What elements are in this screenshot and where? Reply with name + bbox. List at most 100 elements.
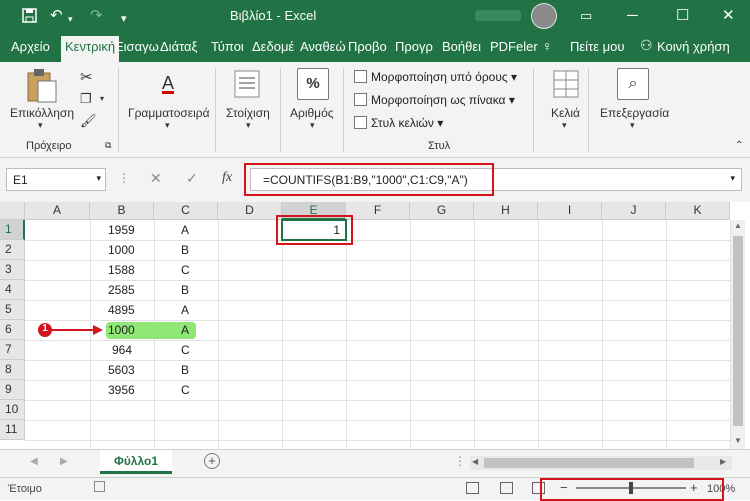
column-header-j[interactable]: J: [602, 202, 666, 220]
format-as-table-button[interactable]: Μορφοποίηση ως πίνακα ▾: [354, 93, 515, 107]
paste-button[interactable]: Επικόλληση: [10, 106, 74, 120]
cell-b7[interactable]: 964: [112, 340, 132, 360]
scroll-left-icon[interactable]: ◀: [472, 457, 478, 466]
cell-c6[interactable]: A: [181, 320, 189, 340]
add-sheet-icon[interactable]: +: [204, 453, 220, 469]
number-dropdown-icon[interactable]: ▾: [310, 120, 315, 131]
select-all-button[interactable]: [0, 202, 25, 220]
column-header-k[interactable]: K: [666, 202, 730, 220]
redo-icon[interactable]: ↷: [90, 6, 103, 26]
tab-help[interactable]: Βοήθει: [442, 39, 481, 54]
minimize-button[interactable]: ─: [627, 6, 638, 26]
row-header-8[interactable]: 8: [0, 360, 25, 380]
collapse-ribbon-icon[interactable]: ⌃: [735, 140, 743, 151]
scroll-right-icon[interactable]: ▶: [720, 457, 726, 466]
horizontal-scrollbar-thumb[interactable]: [484, 458, 694, 468]
paste-dropdown-icon[interactable]: ▾: [38, 120, 43, 131]
cell-c9[interactable]: C: [181, 380, 190, 400]
format-painter-icon[interactable]: 🖌: [80, 113, 97, 129]
row-header-11[interactable]: 11: [0, 420, 25, 440]
cell-b9[interactable]: 3956: [108, 380, 135, 400]
tab-layout[interactable]: Διάταξ: [160, 39, 197, 54]
share-button[interactable]: Κοινή χρήση: [657, 39, 730, 54]
copy-icon[interactable]: ❐: [80, 91, 92, 107]
cancel-icon[interactable]: ✕: [150, 170, 162, 187]
macro-record-icon[interactable]: [94, 481, 105, 492]
cell-styles-button[interactable]: Στυλ κελιών ▾: [354, 116, 443, 130]
row-header-5[interactable]: 5: [0, 300, 25, 320]
cells-group-button[interactable]: Κελιά: [551, 106, 580, 120]
cell-c1[interactable]: A: [181, 220, 189, 240]
cell-c8[interactable]: B: [181, 360, 189, 380]
row-header-9[interactable]: 9: [0, 380, 25, 400]
cell-b1[interactable]: 1959: [108, 220, 135, 240]
cell-c2[interactable]: B: [181, 240, 189, 260]
prev-sheet-icon[interactable]: ◀: [30, 456, 38, 467]
tab-file[interactable]: Αρχείο: [11, 39, 50, 54]
tab-pdfelement[interactable]: PDFeler: [490, 39, 538, 54]
vertical-scrollbar[interactable]: ▲ ▼: [731, 220, 745, 449]
paste-icon[interactable]: [26, 68, 58, 104]
conditional-formatting-button[interactable]: Μορφοποίηση υπό όρους ▾: [354, 70, 517, 84]
cell-c5[interactable]: A: [181, 300, 189, 320]
column-header-a[interactable]: A: [25, 202, 90, 220]
enter-icon[interactable]: ✓: [186, 170, 198, 187]
copy-dropdown-icon[interactable]: ▾: [100, 94, 104, 103]
cell-b3[interactable]: 1588: [108, 260, 135, 280]
column-header-b[interactable]: B: [90, 202, 154, 220]
cells-icon[interactable]: [553, 70, 579, 98]
cells-dropdown-icon[interactable]: ▾: [562, 120, 567, 131]
row-header-6[interactable]: 6: [0, 320, 25, 340]
save-icon[interactable]: [22, 8, 37, 23]
column-header-c[interactable]: C: [154, 202, 218, 220]
avatar[interactable]: [531, 3, 557, 29]
cut-icon[interactable]: ✂: [80, 68, 93, 86]
insert-function-icon[interactable]: fx: [222, 170, 232, 186]
row-header-1[interactable]: 1: [0, 220, 25, 240]
clipboard-launcher-icon[interactable]: ⧉: [105, 140, 111, 151]
spreadsheet-grid[interactable]: A B C D E F G H I J K 1 2 3 4 5 6 7 8 9 …: [0, 202, 750, 449]
share-user-icon[interactable]: ⚇: [640, 37, 653, 54]
search-icon[interactable]: ⌕: [617, 68, 649, 100]
maximize-button[interactable]: ☐: [676, 6, 689, 26]
editing-group-button[interactable]: Επεξεργασία: [600, 106, 669, 120]
tab-insert[interactable]: Εισαγω: [115, 39, 159, 54]
cell-c4[interactable]: B: [181, 280, 189, 300]
ribbon-options-icon[interactable]: ▭: [580, 6, 592, 26]
close-button[interactable]: ✕: [722, 6, 735, 26]
cell-b2[interactable]: 1000: [108, 240, 135, 260]
cell-b5[interactable]: 4895: [108, 300, 135, 320]
cell-c3[interactable]: C: [181, 260, 190, 280]
tab-splitter-icon[interactable]: ⋮: [454, 454, 466, 468]
alignment-dropdown-icon[interactable]: ▾: [246, 120, 251, 131]
column-header-d[interactable]: D: [218, 202, 282, 220]
tab-home[interactable]: Κεντρική: [61, 36, 120, 62]
undo-dropdown-icon[interactable]: ▾: [68, 9, 73, 29]
name-box[interactable]: E1 ▾: [6, 168, 106, 191]
font-dropdown-icon[interactable]: ▾: [165, 120, 170, 131]
font-group-button[interactable]: Γραμματοσειρά: [128, 106, 210, 120]
customize-qat-icon[interactable]: ▾: [121, 9, 127, 29]
cell-b4[interactable]: 2585: [108, 280, 135, 300]
editing-dropdown-icon[interactable]: ▾: [630, 120, 635, 131]
scrollbar-thumb[interactable]: [733, 236, 743, 426]
row-header-3[interactable]: 3: [0, 260, 25, 280]
number-group-button[interactable]: Αριθμός: [290, 106, 334, 120]
alignment-icon[interactable]: [234, 70, 260, 98]
name-box-dropdown-icon[interactable]: ▾: [96, 173, 101, 184]
cell-b8[interactable]: 5603: [108, 360, 135, 380]
column-header-f[interactable]: F: [346, 202, 410, 220]
alignment-group-button[interactable]: Στοίχιση: [226, 106, 270, 120]
tab-review[interactable]: Αναθεώ: [300, 39, 346, 54]
normal-view-icon[interactable]: [466, 482, 479, 494]
row-header-7[interactable]: 7: [0, 340, 25, 360]
row-header-4[interactable]: 4: [0, 280, 25, 300]
row-header-2[interactable]: 2: [0, 240, 25, 260]
next-sheet-icon[interactable]: ▶: [60, 456, 68, 467]
page-layout-view-icon[interactable]: [500, 482, 513, 494]
cell-b6[interactable]: 1000: [108, 320, 135, 340]
row-header-10[interactable]: 10: [0, 400, 25, 420]
tab-developer[interactable]: Προγρ: [395, 39, 433, 54]
cell-c7[interactable]: C: [181, 340, 190, 360]
tab-view[interactable]: Προβο: [348, 39, 387, 54]
